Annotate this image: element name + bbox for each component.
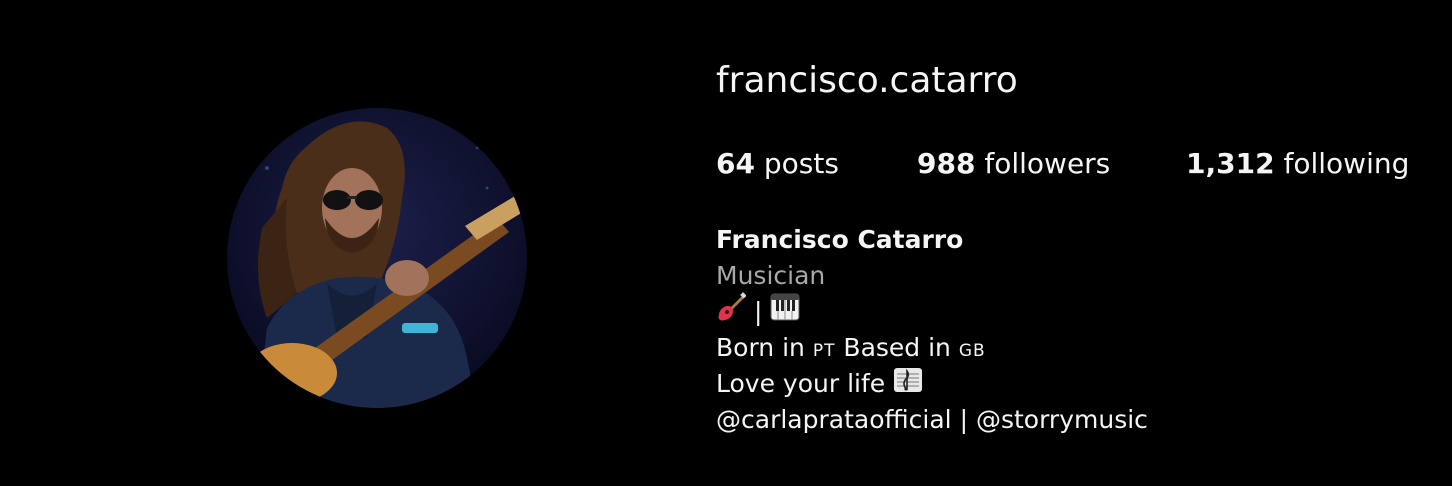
mentions-separator: | xyxy=(959,405,969,434)
emoji-separator: | xyxy=(754,297,763,326)
posts-count-label: posts xyxy=(763,147,839,180)
guitar-emoji-icon xyxy=(716,292,747,332)
profile-photo-guitarist xyxy=(227,108,527,408)
based-in-text: Based in xyxy=(843,333,951,362)
pt-flag-icon: PT xyxy=(812,341,836,361)
piano-keyboard-emoji-icon xyxy=(770,293,800,331)
motto-text: Love your life xyxy=(716,369,886,398)
profile-category: Musician xyxy=(716,261,826,290)
musical-score-emoji-icon xyxy=(893,367,923,403)
profile-stats: 64 posts 988 followers 1,312 following xyxy=(716,146,1436,182)
bio-motto-line: Love your life xyxy=(716,366,1148,402)
posts-count-value: 64 xyxy=(716,147,755,180)
followers-count[interactable]: 988 followers xyxy=(917,146,1110,182)
profile-username[interactable]: francisco.catarro xyxy=(716,58,1018,104)
born-in-text: Born in xyxy=(716,333,805,362)
following-count[interactable]: 1,312 following xyxy=(1186,146,1409,182)
followers-count-label: followers xyxy=(984,147,1111,180)
bio-mentions-line: @carlaprataofficial | @storrymusic xyxy=(716,402,1148,438)
mention-storrymusic-link[interactable]: @storrymusic xyxy=(976,405,1148,434)
profile-avatar[interactable] xyxy=(227,108,527,408)
mention-carlaprataofficial-link[interactable]: @carlaprataofficial xyxy=(716,405,952,434)
followers-count-value: 988 xyxy=(917,147,976,180)
gb-flag-icon: GB xyxy=(958,341,986,361)
following-count-value: 1,312 xyxy=(1186,147,1275,180)
posts-count[interactable]: 64 posts xyxy=(716,146,839,182)
profile-bio: Francisco Catarro Musician | Born in PT … xyxy=(716,222,1148,438)
bio-origin-line: Born in PT Based in GB xyxy=(716,330,1148,366)
profile-full-name: Francisco Catarro xyxy=(716,225,964,254)
following-count-label: following xyxy=(1283,147,1410,180)
bio-emoji-line: | xyxy=(716,292,1148,332)
